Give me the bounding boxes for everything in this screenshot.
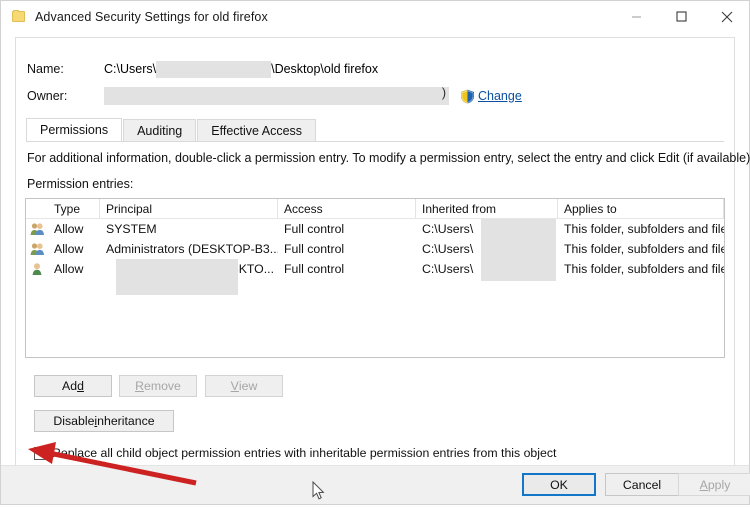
minimize-icon[interactable]	[614, 1, 659, 32]
folder-icon	[11, 9, 27, 25]
row-type: Allow	[54, 222, 84, 236]
row-applies-to: This folder, subfolders and files	[564, 242, 724, 256]
maximize-icon[interactable]	[659, 1, 704, 32]
info-text: For additional information, double-click…	[27, 151, 750, 165]
group-icon	[26, 239, 48, 259]
group-icon	[26, 219, 48, 239]
disable-inheritance-button[interactable]: Disable i nheritance	[34, 410, 174, 432]
name-value-prefix: C:\Users\	[104, 62, 157, 76]
close-icon[interactable]	[704, 1, 749, 32]
replace-child-permissions-checkbox[interactable]	[34, 446, 47, 460]
user-icon	[26, 259, 48, 279]
tab-strip: Permissions Auditing Effective Access	[26, 118, 724, 142]
mouse-cursor	[312, 480, 326, 504]
column-header-applies-to[interactable]: Applies to	[558, 199, 724, 218]
owner-paren: )	[441, 86, 446, 100]
tab-effective-access[interactable]: Effective Access	[197, 119, 317, 141]
tab-permissions[interactable]: Permissions	[26, 118, 123, 141]
apply-button: Apply	[678, 473, 750, 496]
inherited-from-redaction	[481, 219, 556, 281]
name-value-suffix: \Desktop\old firefox	[271, 62, 379, 76]
row-access: Full control	[284, 242, 345, 256]
window-controls	[614, 1, 749, 32]
column-header-principal[interactable]: Principal	[100, 199, 278, 218]
dialog-footer: OK Cancel Apply	[1, 465, 750, 504]
permission-entries-label: Permission entries:	[27, 177, 134, 191]
view-button: View	[205, 375, 283, 397]
column-header-type[interactable]: Type	[48, 199, 100, 218]
row-applies-to: This folder, subfolders and files	[564, 262, 724, 276]
owner-value-redaction: )	[104, 86, 449, 105]
advanced-security-settings-dialog: Advanced Security Settings for old firef…	[0, 0, 750, 505]
dialog-content: Name: C:\Users\ \Desktop\old firefox Own…	[1, 32, 750, 469]
permission-entries-list[interactable]: Type Principal Access Inherited from App…	[25, 198, 725, 358]
add-button[interactable]: Ad d	[34, 375, 112, 397]
row-access: Full control	[284, 222, 345, 236]
remove-button: Remove	[119, 375, 197, 397]
list-header: Type Principal Access Inherited from App…	[26, 199, 724, 219]
ok-button[interactable]: OK	[522, 473, 596, 496]
tab-auditing[interactable]: Auditing	[123, 119, 197, 141]
table-row[interactable]: Allow SYSTEM Full control C:\Users\ This…	[26, 219, 724, 239]
row-principal: Administrators (DESKTOP-B3...	[106, 242, 278, 256]
owner-row: Owner: ) Change	[27, 86, 522, 106]
name-row: Name: C:\Users\ \Desktop\old firefox	[27, 59, 378, 79]
principal-redaction	[116, 259, 238, 295]
row-applies-to: This folder, subfolders and files	[564, 222, 724, 236]
row-type: Allow	[54, 242, 84, 256]
name-label: Name:	[27, 62, 64, 76]
name-redaction	[156, 60, 272, 78]
window-title: Advanced Security Settings for old firef…	[35, 9, 268, 24]
column-header-access[interactable]: Access	[278, 199, 416, 218]
replace-child-permissions-label: Replace all child object permission entr…	[52, 446, 557, 460]
row-principal: SYSTEM	[106, 222, 157, 236]
row-access: Full control	[284, 262, 345, 276]
settings-group-box: Name: C:\Users\ \Desktop\old firefox Own…	[15, 37, 750, 469]
owner-label: Owner:	[27, 89, 68, 103]
replace-child-permissions-row[interactable]: Replace all child object permission entr…	[34, 446, 556, 460]
uac-shield-icon	[460, 89, 475, 104]
column-header-inherited-from[interactable]: Inherited from	[416, 199, 558, 218]
title-bar[interactable]: Advanced Security Settings for old firef…	[1, 1, 749, 32]
row-type: Allow	[54, 262, 84, 276]
column-header-icon	[26, 199, 48, 218]
change-owner-link[interactable]: Change	[478, 89, 522, 103]
cancel-button[interactable]: Cancel	[605, 473, 679, 496]
table-row[interactable]: Allow Administrators (DESKTOP-B3... Full…	[26, 239, 724, 259]
